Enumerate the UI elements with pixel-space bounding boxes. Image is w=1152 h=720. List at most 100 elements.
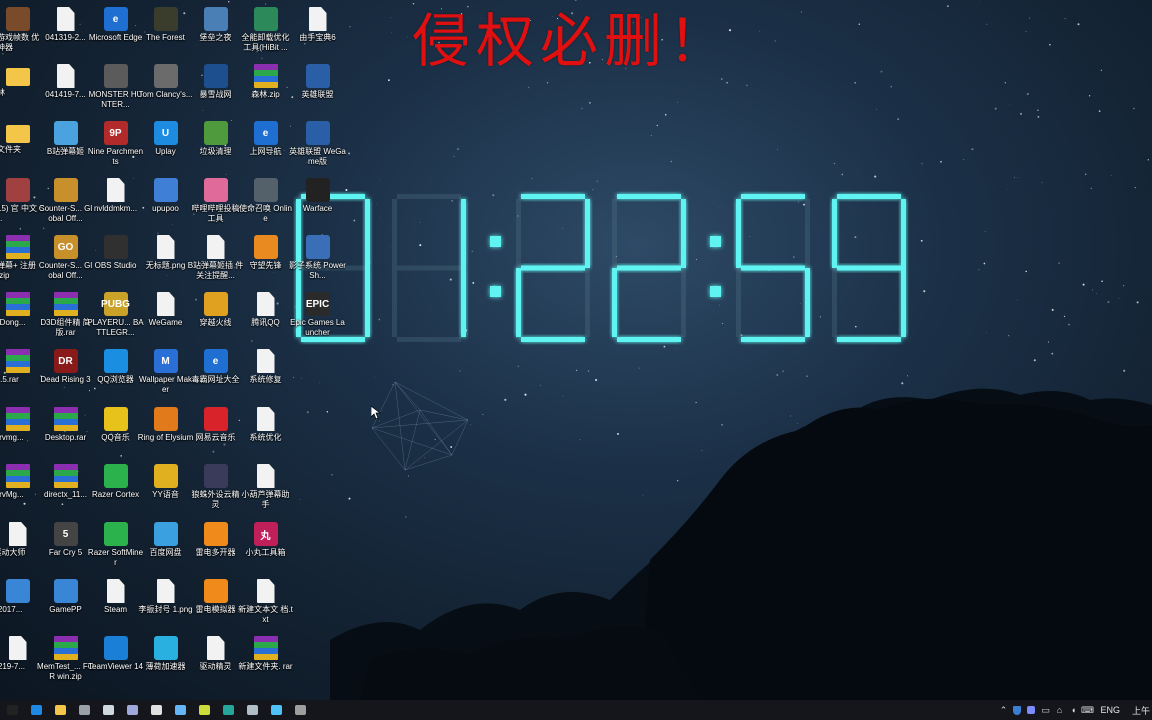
desktop-icon[interactable]: Steam <box>87 575 144 632</box>
mail-taskbar-button[interactable] <box>96 700 120 720</box>
desktop-icon[interactable]: 丸小丸工具箱 <box>237 518 294 575</box>
desktop-icon[interactable]: 系统优化 <box>237 403 294 460</box>
desktop-icon[interactable]: 系统修复 <box>237 345 294 402</box>
desktop-icon[interactable]: 雷电多开器 <box>187 518 244 575</box>
document-icon <box>206 636 225 660</box>
desktop-icon-label: 新建文件夹. rar <box>238 662 293 671</box>
desktop-icon[interactable]: PUBG PLAYERU... BATTLEGR... <box>87 288 144 345</box>
neon-clock-widget <box>296 194 906 342</box>
desktop-icon[interactable]: 5 Far Cry 5 <box>37 518 94 575</box>
desktop-icon[interactable]: directx_11... <box>37 460 94 517</box>
app-taskbar-button-7[interactable] <box>168 700 192 720</box>
desktop-icon[interactable]: 薄荷加速器 <box>137 632 194 689</box>
taskbar-clock[interactable]: 上午 <box>1126 704 1152 717</box>
desktop-icon[interactable]: Razer Cortex <box>87 460 144 517</box>
clock-segment <box>617 265 681 271</box>
desktop-icon[interactable]: nvlddmkm... <box>87 174 144 231</box>
desktop-icon-label: Far Cry 5 <box>48 548 83 557</box>
app-tray-icon[interactable] <box>1024 700 1038 720</box>
desktop-icon[interactable]: 041319-2... <box>37 3 94 60</box>
desktop-icon[interactable]: 堡垒之夜 <box>187 3 244 60</box>
desktop-icon[interactable]: MemTest_... FOR win.zip <box>37 632 94 689</box>
desktop-icon[interactable]: 暴雪战网 <box>187 60 244 117</box>
desktop-icon[interactable]: GamePP <box>37 575 94 632</box>
desktop-icon[interactable]: B站弹幕姬 <box>37 117 94 174</box>
desktop-icon[interactable]: The Forest <box>137 3 194 60</box>
app-taskbar-button-10[interactable] <box>240 700 264 720</box>
desktop-icon[interactable]: 英雄联盟 WeGame版 <box>289 117 346 174</box>
desktop-icon[interactable]: QQ浏览器 <box>87 345 144 402</box>
desktop-icon[interactable]: M Wallpaper Maker <box>137 345 194 402</box>
desktop-icon[interactable]: Counter-S... Global Off... <box>37 174 94 231</box>
edge-taskbar-button[interactable] <box>24 700 48 720</box>
desktop-icon[interactable]: 驱动精灵 <box>187 632 244 689</box>
desktop-icon[interactable]: Warface <box>289 174 346 231</box>
desktop-icon[interactable]: upupoo <box>137 174 194 231</box>
desktop-icon[interactable]: Ring of Elysium <box>137 403 194 460</box>
input-method-icon[interactable]: ⌨ <box>1080 700 1094 720</box>
clock-segment <box>805 268 810 337</box>
app-icon <box>305 178 330 202</box>
desktop-icon[interactable]: 狼蛛外设云精 灵 <box>187 460 244 517</box>
app-icon <box>203 292 228 316</box>
app-taskbar-button-9[interactable] <box>216 700 240 720</box>
app-taskbar-button-12[interactable] <box>288 700 312 720</box>
desktop-icon[interactable]: 李振封号 1.png <box>137 575 194 632</box>
desktop-icon[interactable]: EPIC Epic Games Launcher <box>289 288 346 345</box>
volume-icon[interactable]: ◖ <box>1066 700 1080 720</box>
desktop-icon[interactable]: 雷电模拟器 <box>187 575 244 632</box>
chevron-up-icon[interactable]: ⌃ <box>996 700 1010 720</box>
desktop-icon[interactable]: Razer SoftMiner <box>87 518 144 575</box>
desktop-icon[interactable]: MONSTER HUNTER... <box>87 60 144 117</box>
desktop-icon[interactable]: 9P Nine Parchments <box>87 117 144 174</box>
desktop-icon[interactable]: 网易云音乐 <box>187 403 244 460</box>
desktop-icon[interactable]: 影子系统 PowerSh... <box>289 231 346 288</box>
desktop-icon-label: YY语音 <box>152 490 179 499</box>
desktop-icon[interactable]: U Uplay <box>137 117 194 174</box>
desktop-icon[interactable]: 穿越火线 <box>187 288 244 345</box>
desktop-icon[interactable]: GO Counter-S... Global Off... <box>37 231 94 288</box>
desktop-icon[interactable]: 041419-7... <box>37 60 94 117</box>
desktop-icon[interactable]: 使命召唤 Online <box>237 174 294 231</box>
desktop-icon[interactable]: TeamViewer 14 <box>87 632 144 689</box>
desktop-icon[interactable]: 百度网盘 <box>137 518 194 575</box>
desktop-icon[interactable]: e 毒霸网址大全 <box>187 345 244 402</box>
display-icon[interactable]: ▭ <box>1038 700 1052 720</box>
document-icon <box>156 579 175 603</box>
store-taskbar-button[interactable] <box>72 700 96 720</box>
desktop-icon[interactable]: YY语音 <box>137 460 194 517</box>
desktop-icon[interactable]: 哔哩哔哩投稿 工具 <box>187 174 244 231</box>
clock-segment <box>521 265 585 271</box>
desktop-icon[interactable]: 森林.zip <box>237 60 294 117</box>
app-taskbar-button-8[interactable] <box>192 700 216 720</box>
desktop-icon[interactable]: DR Dead Rising 3 <box>37 345 94 402</box>
desktop-icon[interactable]: D3D组件精 简版.rar <box>37 288 94 345</box>
desktop-icon[interactable]: QQ音乐 <box>87 403 144 460</box>
start-button[interactable] <box>0 700 24 720</box>
desktop-icon[interactable]: OBS Studio <box>87 231 144 288</box>
network-icon[interactable]: ⌂ <box>1052 700 1066 720</box>
desktop-icon[interactable]: WeGame <box>137 288 194 345</box>
desktop-icon[interactable]: 新建文件夹. rar <box>237 632 294 689</box>
desktop-icon[interactable]: 新建文本文 档.txt <box>237 575 294 632</box>
language-indicator[interactable]: ENG <box>1094 705 1126 715</box>
desktop-icon[interactable]: e Microsoft Edge <box>87 3 144 60</box>
desktop-icon[interactable]: Tom Clancy's... <box>137 60 194 117</box>
desktop-icon[interactable]: 腾讯QQ <box>237 288 294 345</box>
desktop-icon-label: QQ音乐 <box>101 433 130 442</box>
file-explorer-taskbar-button[interactable] <box>48 700 72 720</box>
desktop-icon[interactable]: Desktop.rar <box>37 403 94 460</box>
app-taskbar-button-11[interactable] <box>264 700 288 720</box>
app-taskbar-button-6[interactable] <box>144 700 168 720</box>
desktop-icon[interactable]: e 上网导航 <box>237 117 294 174</box>
desktop-icon[interactable]: B站弹幕姬插 件关注提醒... <box>187 231 244 288</box>
desktop-icon[interactable]: 无标题.png <box>137 231 194 288</box>
desktop-icon[interactable]: 英雄联盟 <box>289 60 346 117</box>
desktop-icon[interactable]: 全能卸载优化 工具(HiBit ... <box>237 3 294 60</box>
desktop-icon[interactable]: 守望先锋 <box>237 231 294 288</box>
desktop-icon[interactable]: 小葫芦弹幕助 手 <box>237 460 294 517</box>
desktop-icon[interactable]: 垃圾清理 <box>187 117 244 174</box>
photos-taskbar-button[interactable] <box>120 700 144 720</box>
desktop-icon[interactable]: 由手宝典6 <box>289 3 346 60</box>
shield-icon[interactable] <box>1010 700 1024 720</box>
